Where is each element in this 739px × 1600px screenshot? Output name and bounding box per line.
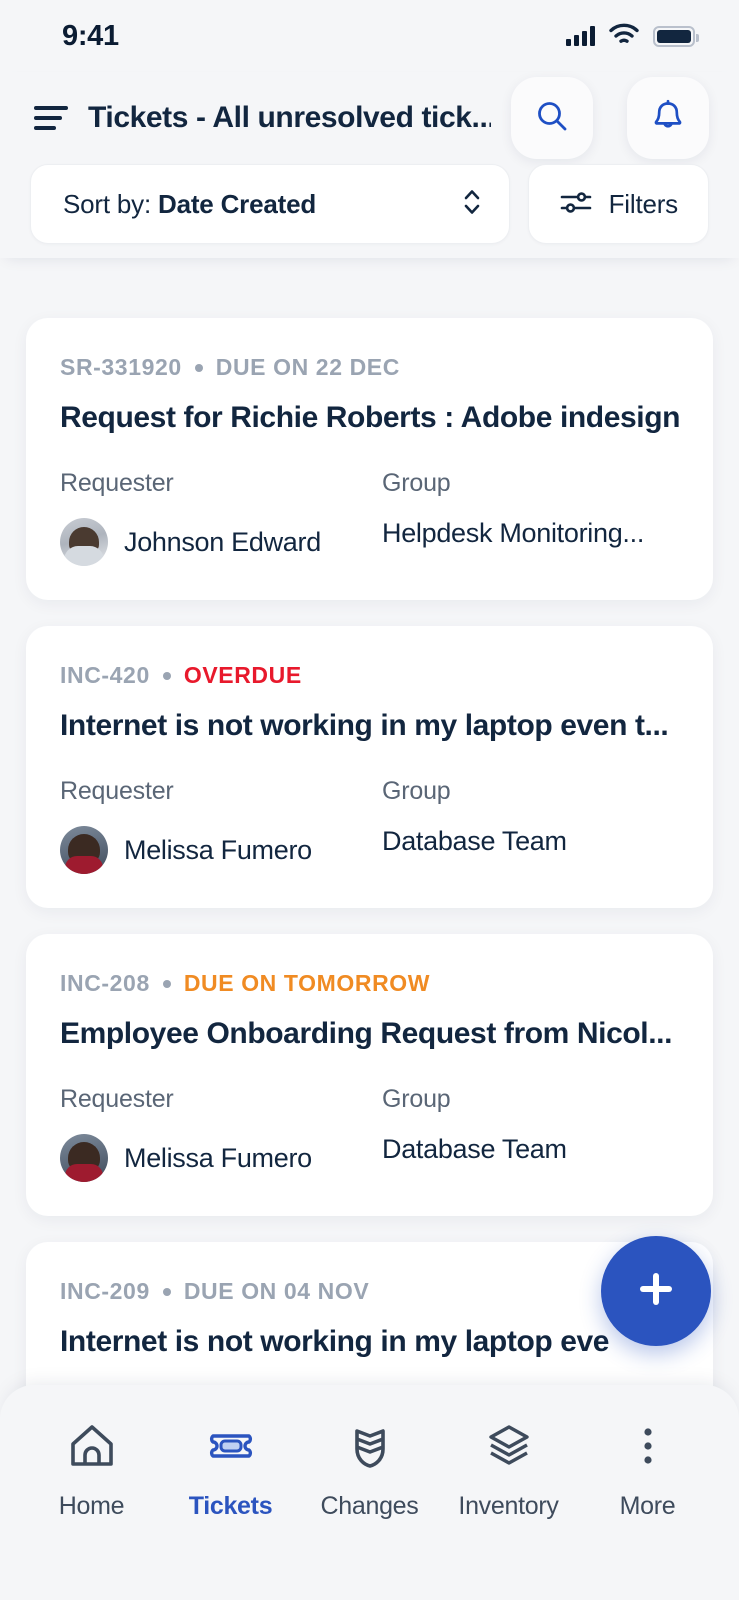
filters-button[interactable]: Filters <box>528 164 709 244</box>
separator-dot-icon <box>163 1288 171 1296</box>
ticket-card[interactable]: INC-420 OVERDUE Internet is not working … <box>26 626 713 908</box>
plus-icon <box>631 1264 681 1319</box>
nav-label: Changes <box>321 1492 419 1521</box>
app-screen: 9:41 Tickets - All unresolved tick... <box>0 0 739 1600</box>
status-bar: 9:41 <box>0 0 739 72</box>
requester-label: Requester <box>60 1085 382 1114</box>
nav-item-inventory[interactable]: Inventory <box>439 1419 578 1521</box>
ticket-fields: Requester Melissa Fumero Group Database … <box>60 1085 679 1182</box>
ticket-fields: Requester Johnson Edward Group Helpdesk … <box>60 469 679 566</box>
avatar <box>60 1134 108 1182</box>
list-controls: Sort by: Date Created <box>0 164 739 244</box>
nav-label: More <box>620 1492 676 1521</box>
separator-dot-icon <box>195 364 203 372</box>
ticket-id: INC-420 <box>60 662 150 689</box>
group-label: Group <box>382 777 567 806</box>
ticket-title: Internet is not working in my laptop eve <box>60 1325 679 1359</box>
requester-label: Requester <box>60 777 382 806</box>
layers-icon <box>482 1419 536 1478</box>
ticket-fields: Requester Melissa Fumero Group Database … <box>60 777 679 874</box>
ticket-icon <box>204 1419 258 1478</box>
home-icon <box>65 1419 119 1478</box>
create-ticket-fab[interactable] <box>601 1236 711 1346</box>
group-label: Group <box>382 1085 567 1114</box>
battery-icon <box>653 26 695 47</box>
sort-by-prefix: Sort by: <box>63 189 158 219</box>
group-label: Group <box>382 469 644 498</box>
ticket-group-field: Group Database Team <box>382 777 567 874</box>
ticket-requester-field: Requester Johnson Edward <box>60 469 382 566</box>
wifi-icon <box>609 23 639 50</box>
ticket-due-badge: OVERDUE <box>184 662 302 689</box>
requester-name: Melissa Fumero <box>124 835 312 866</box>
ticket-card[interactable]: SR-331920 DUE ON 22 DEC Request for Rich… <box>26 318 713 600</box>
status-bar-clock: 9:41 <box>62 20 119 53</box>
bottom-navigation: Home Tickets Changes <box>0 1385 739 1600</box>
ticket-requester-field: Requester Melissa Fumero <box>60 1085 382 1182</box>
shield-icon <box>343 1419 397 1478</box>
group-value: Database Team <box>382 826 567 857</box>
group-value: Database Team <box>382 1134 567 1165</box>
ticket-group-field: Group Helpdesk Monitoring... <box>382 469 644 566</box>
filters-label: Filters <box>609 189 678 220</box>
ticket-meta: INC-208 DUE ON TOMORROW <box>60 970 679 997</box>
ticket-title: Employee Onboarding Request from Nicol..… <box>60 1017 679 1051</box>
avatar <box>60 826 108 874</box>
separator-dot-icon <box>163 980 171 988</box>
cellular-signal-icon <box>566 26 595 46</box>
nav-item-home[interactable]: Home <box>22 1419 161 1521</box>
chevron-up-down-icon <box>461 185 483 224</box>
ticket-title: Internet is not working in my laptop eve… <box>60 709 679 743</box>
ticket-meta: SR-331920 DUE ON 22 DEC <box>60 354 679 381</box>
search-icon <box>534 98 570 139</box>
nav-item-tickets[interactable]: Tickets <box>161 1419 300 1521</box>
requester-value: Johnson Edward <box>60 518 382 566</box>
ticket-meta: INC-420 OVERDUE <box>60 662 679 689</box>
sort-by-dropdown[interactable]: Sort by: Date Created <box>30 164 510 244</box>
status-bar-icons <box>566 23 695 50</box>
ticket-due-badge: DUE ON 22 DEC <box>216 354 400 381</box>
app-bar: Tickets - All unresolved tick... <box>0 72 739 164</box>
more-dots-icon <box>621 1419 675 1478</box>
group-value: Helpdesk Monitoring... <box>382 518 644 549</box>
ticket-id: INC-209 <box>60 1278 150 1305</box>
nav-label: Tickets <box>189 1492 273 1521</box>
requester-name: Johnson Edward <box>124 527 321 558</box>
ticket-title: Request for Richie Roberts : Adobe indes… <box>60 401 679 435</box>
requester-value: Melissa Fumero <box>60 1134 382 1182</box>
separator-dot-icon <box>163 672 171 680</box>
ticket-due-badge: DUE ON TOMORROW <box>184 970 430 997</box>
page-title: Tickets - All unresolved tick... <box>88 101 491 135</box>
app-header: Tickets - All unresolved tick... <box>0 72 739 258</box>
ticket-id: SR-331920 <box>60 354 182 381</box>
requester-label: Requester <box>60 469 382 498</box>
sort-by-value: Date Created <box>158 189 316 219</box>
requester-value: Melissa Fumero <box>60 826 382 874</box>
sort-by-label: Sort by: Date Created <box>63 189 316 220</box>
ticket-due-badge: DUE ON 04 NOV <box>184 1278 369 1305</box>
nav-item-changes[interactable]: Changes <box>300 1419 439 1521</box>
ticket-group-field: Group Database Team <box>382 1085 567 1182</box>
nav-label: Inventory <box>458 1492 558 1521</box>
avatar <box>60 518 108 566</box>
filter-sliders-icon <box>559 187 593 222</box>
notifications-button[interactable] <box>627 77 709 159</box>
requester-name: Melissa Fumero <box>124 1143 312 1174</box>
bell-icon <box>650 98 686 139</box>
nav-label: Home <box>59 1492 125 1521</box>
search-button[interactable] <box>511 77 593 159</box>
nav-item-more[interactable]: More <box>578 1419 717 1521</box>
ticket-meta: INC-209 DUE ON 04 NOV <box>60 1278 679 1305</box>
hamburger-menu-icon[interactable] <box>34 106 68 130</box>
ticket-card[interactable]: INC-208 DUE ON TOMORROW Employee Onboard… <box>26 934 713 1216</box>
ticket-id: INC-208 <box>60 970 150 997</box>
ticket-requester-field: Requester Melissa Fumero <box>60 777 382 874</box>
